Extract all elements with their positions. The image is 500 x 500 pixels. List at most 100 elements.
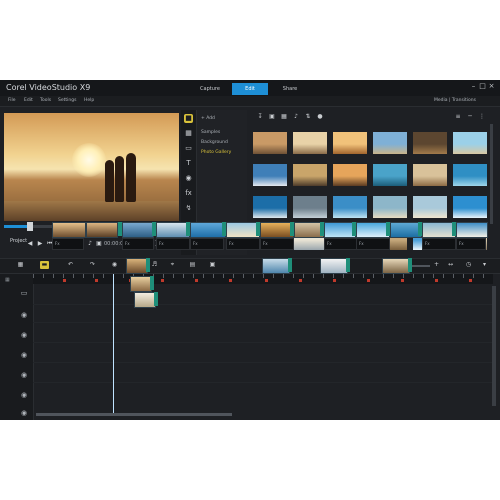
menu-file[interactable]: File xyxy=(8,98,16,103)
media-thumbnail[interactable] xyxy=(253,132,287,154)
overlay-track-3[interactable] xyxy=(33,364,493,383)
overlay-clip[interactable] xyxy=(126,258,148,274)
chapter-marker[interactable] xyxy=(229,279,232,282)
media-icon[interactable]: ■ xyxy=(184,114,193,123)
fit-icon[interactable]: ▣ xyxy=(95,240,103,248)
media-thumbnail[interactable] xyxy=(333,132,367,154)
media-thumbnail[interactable] xyxy=(253,196,287,218)
media-thumbnail[interactable] xyxy=(293,164,327,186)
audio-clip[interactable]: Fx xyxy=(156,238,190,250)
overlay-icon[interactable]: ◉ xyxy=(20,351,28,359)
media-thumbnail[interactable] xyxy=(413,132,447,154)
motion-tracking-icon[interactable]: ⌖ xyxy=(168,261,177,269)
menu-edit[interactable]: Edit xyxy=(24,98,33,103)
audio-track[interactable] xyxy=(33,304,493,323)
audio-filter-icon[interactable]: ♪ xyxy=(292,113,300,121)
media-thumbnail[interactable] xyxy=(453,196,487,218)
overlay-clip[interactable] xyxy=(382,258,410,274)
video-clip[interactable] xyxy=(52,222,86,238)
graphic-icon[interactable]: ◉ xyxy=(184,174,193,183)
media-thumbnail[interactable] xyxy=(453,164,487,186)
video-clip[interactable] xyxy=(226,222,260,238)
storyboard-icon[interactable]: ▦ xyxy=(16,261,25,269)
more-options-icon[interactable]: ⋮ xyxy=(478,113,486,121)
track-manager-icon[interactable]: ▦ xyxy=(5,277,13,283)
scrubber-handle[interactable] xyxy=(27,222,34,231)
timeline-ruler[interactable] xyxy=(33,274,493,284)
audio-clip[interactable]: Fx xyxy=(52,238,84,250)
transition-marker[interactable] xyxy=(290,222,294,236)
redo-icon[interactable]: ↷ xyxy=(88,261,97,269)
timeline-timecode-icon[interactable]: ◷ xyxy=(464,261,473,269)
minimize-icon[interactable]: – xyxy=(470,83,477,90)
overlay-icon[interactable]: ◉ xyxy=(20,331,28,339)
folder-samples[interactable]: Samples xyxy=(201,130,220,135)
tab-edit[interactable]: Edit xyxy=(232,83,268,95)
zoom-in-icon[interactable]: + xyxy=(432,261,441,269)
folder-photo-gallery[interactable]: Photo Gallery xyxy=(201,150,231,155)
preview-window[interactable] xyxy=(4,113,179,221)
audio-clip[interactable]: Fx xyxy=(356,238,390,250)
media-thumbnail[interactable] xyxy=(333,164,367,186)
audio-clip[interactable]: Fx xyxy=(190,238,224,250)
library-scrollbar[interactable] xyxy=(490,124,493,224)
overlay-track-1[interactable] xyxy=(33,324,493,343)
audio-clip[interactable]: Fx xyxy=(324,238,358,250)
chapter-marker[interactable] xyxy=(63,279,66,282)
media-thumbnail[interactable] xyxy=(373,164,407,186)
video-clip[interactable] xyxy=(156,222,190,238)
overlay-clip[interactable] xyxy=(262,258,290,274)
transition-marker[interactable] xyxy=(320,222,324,236)
timeline-options-icon[interactable]: ▾ xyxy=(480,261,489,269)
play-icon[interactable]: ▶ xyxy=(36,240,44,248)
home-icon[interactable]: ◀ xyxy=(26,240,34,248)
audio-clip[interactable]: Fx xyxy=(422,238,456,250)
timeline-horizontal-scrollbar[interactable] xyxy=(36,413,232,416)
chapter-marker[interactable] xyxy=(95,279,98,282)
record-icon[interactable]: ◉ xyxy=(110,261,119,269)
transition-marker[interactable] xyxy=(452,222,456,236)
video-clip[interactable] xyxy=(260,222,294,238)
tab-capture[interactable]: Capture xyxy=(192,83,228,95)
add-folder-button[interactable]: + Add xyxy=(201,116,215,121)
subtitle-icon[interactable]: ▤ xyxy=(188,261,197,269)
overlay-icon[interactable]: ◉ xyxy=(20,311,28,319)
import-icon[interactable]: ↧ xyxy=(256,113,264,121)
auto-music-icon[interactable]: ♬ xyxy=(150,261,159,269)
chapter-marker[interactable] xyxy=(469,279,472,282)
instant-project-icon[interactable]: ▦ xyxy=(184,129,193,138)
video-clip[interactable] xyxy=(190,222,226,238)
project-mode-label[interactable]: Project xyxy=(10,238,27,244)
transition-marker[interactable] xyxy=(186,222,190,236)
transition-marker[interactable] xyxy=(418,222,422,236)
chapter-marker[interactable] xyxy=(195,279,198,282)
menu-tools[interactable]: Tools xyxy=(40,98,51,103)
transition-icon[interactable]: ▭ xyxy=(184,144,193,153)
video-clip[interactable] xyxy=(456,222,488,238)
video-track[interactable] xyxy=(33,286,493,305)
playhead[interactable] xyxy=(113,274,114,414)
fit-project-icon[interactable]: ↔ xyxy=(446,261,455,269)
audio-clip[interactable]: Fx xyxy=(260,238,294,250)
media-thumbnail[interactable] xyxy=(413,164,447,186)
media-thumbnail[interactable] xyxy=(293,196,327,218)
maximize-icon[interactable]: □ xyxy=(479,83,486,90)
chapter-marker[interactable] xyxy=(299,279,302,282)
filter-icon[interactable]: fx xyxy=(184,189,193,198)
transition-marker[interactable] xyxy=(222,222,226,236)
media-thumbnail[interactable] xyxy=(253,164,287,186)
media-thumbnail[interactable] xyxy=(453,132,487,154)
chapter-marker[interactable] xyxy=(401,279,404,282)
folder-background[interactable]: Background xyxy=(201,140,228,145)
video-clip[interactable] xyxy=(422,222,456,238)
film-icon[interactable]: ▭ xyxy=(20,289,28,297)
mic-icon[interactable]: ◉ xyxy=(20,391,28,399)
undo-icon[interactable]: ↶ xyxy=(66,261,75,269)
photo-filter-icon[interactable]: ▦ xyxy=(280,113,288,121)
close-icon[interactable]: × xyxy=(488,83,495,90)
video-clip[interactable] xyxy=(86,222,118,238)
menu-settings[interactable]: Settings xyxy=(58,98,76,103)
transition-marker[interactable] xyxy=(118,222,122,236)
overlay-clip[interactable] xyxy=(320,258,348,274)
media-thumbnail[interactable] xyxy=(373,196,407,218)
